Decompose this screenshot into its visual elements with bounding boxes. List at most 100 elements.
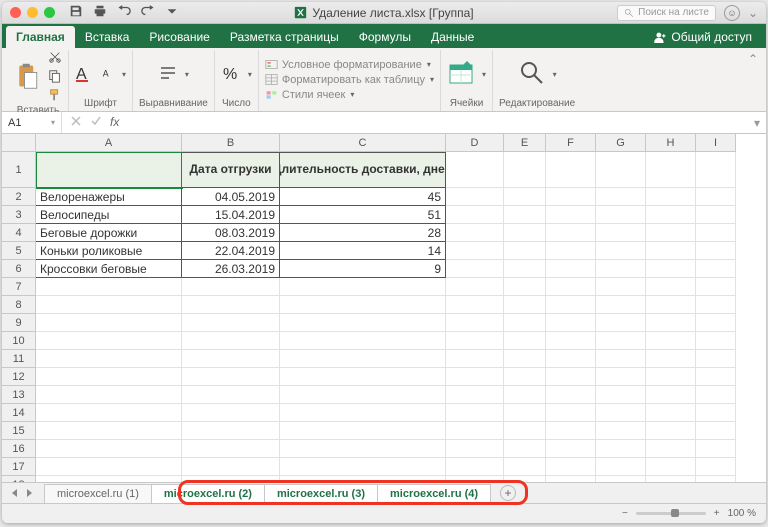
cell[interactable]: [446, 386, 504, 404]
row-header[interactable]: 5: [2, 242, 36, 260]
cell[interactable]: [36, 440, 182, 458]
cell[interactable]: [646, 350, 696, 368]
cell[interactable]: [546, 332, 596, 350]
redo-icon[interactable]: [141, 4, 155, 21]
cell[interactable]: [36, 458, 182, 476]
cell[interactable]: [596, 422, 646, 440]
cell[interactable]: [446, 350, 504, 368]
cell[interactable]: [504, 386, 546, 404]
col-header-F[interactable]: F: [546, 134, 596, 152]
cell[interactable]: [182, 458, 280, 476]
chevron-left-icon[interactable]: [10, 488, 20, 498]
cell[interactable]: [696, 368, 736, 386]
cell[interactable]: [646, 440, 696, 458]
chevron-down-icon[interactable]: ▾: [248, 70, 252, 79]
zoom-slider[interactable]: [636, 512, 706, 515]
cell[interactable]: [446, 314, 504, 332]
row-header[interactable]: 15: [2, 422, 36, 440]
row-header[interactable]: 1: [2, 152, 36, 188]
cell[interactable]: [696, 422, 736, 440]
collapse-ribbon-icon[interactable]: ⌃: [746, 50, 760, 68]
name-box[interactable]: A1▾: [2, 112, 62, 133]
cell[interactable]: [504, 242, 546, 260]
cell[interactable]: 14: [280, 242, 446, 260]
col-header-I[interactable]: I: [696, 134, 736, 152]
col-header-D[interactable]: D: [446, 134, 504, 152]
tab-layout[interactable]: Разметка страницы: [220, 26, 349, 48]
cell[interactable]: [280, 440, 446, 458]
close-icon[interactable]: [10, 7, 21, 18]
minimize-icon[interactable]: [27, 7, 38, 18]
cell[interactable]: [504, 350, 546, 368]
col-header-C[interactable]: C: [280, 134, 446, 152]
cell[interactable]: [446, 242, 504, 260]
zoom-value[interactable]: 100 %: [728, 508, 756, 519]
paste-icon[interactable]: [14, 62, 42, 93]
cell[interactable]: [504, 224, 546, 242]
row-header[interactable]: 9: [2, 314, 36, 332]
tab-home[interactable]: Главная: [6, 26, 75, 48]
cell[interactable]: [546, 386, 596, 404]
check-icon[interactable]: [90, 115, 102, 130]
zoom-out-icon[interactable]: −: [622, 508, 628, 519]
align-icon[interactable]: [158, 63, 178, 86]
cell[interactable]: [696, 296, 736, 314]
cell[interactable]: [446, 206, 504, 224]
cell[interactable]: [446, 332, 504, 350]
chevron-down-icon[interactable]: ⌄: [748, 6, 758, 20]
cell[interactable]: [596, 314, 646, 332]
cell[interactable]: Дата отгрузки: [182, 152, 280, 188]
cell[interactable]: [596, 332, 646, 350]
cell[interactable]: [596, 350, 646, 368]
cell[interactable]: [596, 278, 646, 296]
font-small-icon[interactable]: A: [101, 66, 115, 83]
cell[interactable]: [696, 350, 736, 368]
cell[interactable]: [504, 278, 546, 296]
cell[interactable]: [546, 278, 596, 296]
cell[interactable]: [182, 332, 280, 350]
cell[interactable]: [696, 188, 736, 206]
cell[interactable]: [696, 260, 736, 278]
cell[interactable]: [504, 260, 546, 278]
tab-draw[interactable]: Рисование: [139, 26, 219, 48]
cell[interactable]: [504, 314, 546, 332]
cell[interactable]: [504, 368, 546, 386]
cell[interactable]: [446, 296, 504, 314]
cell[interactable]: [36, 404, 182, 422]
row-header[interactable]: 6: [2, 260, 36, 278]
cell[interactable]: [504, 440, 546, 458]
cell[interactable]: [596, 152, 646, 188]
cell[interactable]: [36, 278, 182, 296]
cell[interactable]: [280, 332, 446, 350]
cell[interactable]: [646, 224, 696, 242]
cell[interactable]: [36, 422, 182, 440]
cell[interactable]: [446, 422, 504, 440]
cell[interactable]: [696, 404, 736, 422]
cell[interactable]: [546, 224, 596, 242]
cell[interactable]: [446, 260, 504, 278]
save-icon[interactable]: [69, 4, 83, 21]
add-sheet-button[interactable]: +: [500, 485, 516, 501]
cell[interactable]: [596, 386, 646, 404]
chevron-down-icon[interactable]: ▾: [482, 70, 486, 79]
cell[interactable]: [36, 386, 182, 404]
cell[interactable]: [596, 260, 646, 278]
cell[interactable]: [646, 404, 696, 422]
row-header[interactable]: 14: [2, 404, 36, 422]
chevron-down-icon[interactable]: ▾: [185, 70, 189, 79]
row-header[interactable]: 18: [2, 476, 36, 482]
cell-styles-button[interactable]: Стили ячеек▾: [265, 88, 434, 101]
cell[interactable]: Велосипеды: [36, 206, 182, 224]
cell[interactable]: [596, 242, 646, 260]
cell[interactable]: [36, 152, 182, 188]
format-painter-icon[interactable]: [48, 88, 62, 105]
cell[interactable]: [646, 332, 696, 350]
col-header-H[interactable]: H: [646, 134, 696, 152]
cell[interactable]: [280, 386, 446, 404]
sheet-tab[interactable]: microexcel.ru (1): [44, 484, 152, 503]
cell[interactable]: [36, 296, 182, 314]
cells-icon[interactable]: [447, 59, 475, 90]
cancel-icon[interactable]: [70, 115, 82, 130]
cell[interactable]: Велоренажеры: [36, 188, 182, 206]
cell[interactable]: 22.04.2019: [182, 242, 280, 260]
